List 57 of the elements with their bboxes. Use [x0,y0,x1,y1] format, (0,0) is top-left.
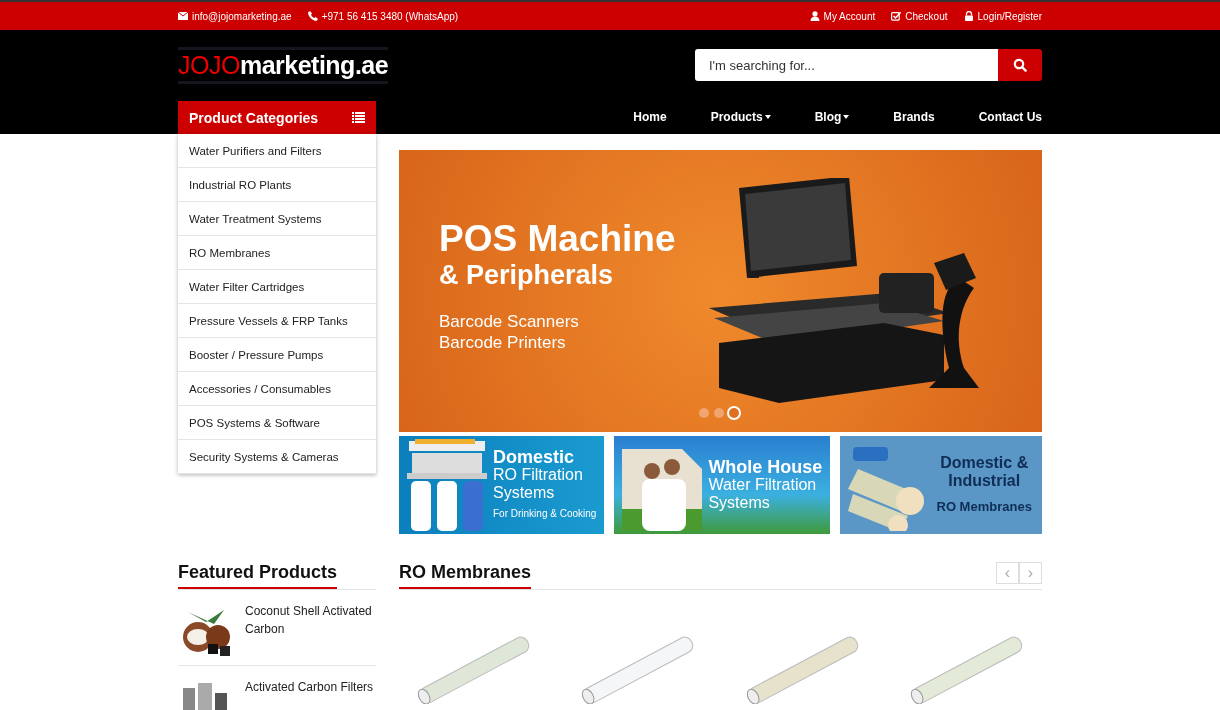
site-logo[interactable]: JOJOmarketing.ae [178,46,389,84]
checkbox-icon [891,11,902,21]
promo-text: Industrial [948,472,1021,490]
caret-icon [843,115,850,119]
banner-text: Barcode Printers [439,332,567,353]
category-item[interactable]: Security Systems & Cameras [178,440,376,474]
categories-header[interactable]: Product Categories [178,101,376,134]
caret-icon [764,115,771,119]
section-title: RO Membranes [399,562,532,589]
slider-dot[interactable] [729,408,739,418]
promo-text: Domestic & [940,454,1029,472]
category-item[interactable]: POS Systems & Software [178,406,376,440]
top-link[interactable]: Login/Register [963,10,1042,22]
promo-text: Systems [708,494,771,512]
category-item[interactable]: Water Filter Cartridges [178,270,376,304]
search-button[interactable] [998,49,1042,81]
category-item[interactable]: RO Membranes [178,236,376,270]
contact-text: +971 56 415 3480 (WhatsApp) [307,10,459,22]
search-icon [1013,58,1027,72]
category-item[interactable]: Industrial RO Plants [178,168,376,202]
promo-text: For Drinking & Cooking [493,506,597,521]
promo-banner[interactable]: Domestic & Industrial RO Membranes [840,436,1042,534]
categories-title: Product Categories [189,109,319,126]
top-link[interactable]: My Account [809,10,876,22]
list-icon [352,112,365,123]
product-link[interactable]: Activated Carbon Filters [245,678,374,710]
promo-text: Whole House [708,458,823,476]
promo-text: Systems [493,483,556,502]
category-item[interactable]: Booster / Pressure Pumps [178,338,376,372]
nav-link[interactable]: Products [710,110,771,124]
promo-text: Water Filtration [708,476,818,494]
user-icon [809,11,820,21]
nav-link[interactable]: Home [633,110,667,124]
phone-icon [307,11,318,21]
promo-text: Domestic [493,447,576,466]
banner-text: Barcode Scanners [439,311,580,332]
slider-dot[interactable] [699,408,709,418]
category-item[interactable]: Water Treatment Systems [178,202,376,236]
category-item[interactable]: Water Purifiers and Filters [178,134,376,168]
promo-text: RO Membranes [936,498,1032,516]
category-item[interactable]: Pressure Vessels & FRP Tanks [178,304,376,338]
top-link[interactable]: Checkout [891,10,948,22]
banner-subtitle: & Peripherals [439,260,615,291]
section-title: Featured Products [178,562,338,589]
lock-icon [963,11,974,21]
promo-banner[interactable]: Domestic RO Filtration Systems For Drinking & Cooking [399,436,605,534]
nav-link[interactable]: Blog [814,110,850,124]
envelope-icon [178,11,188,21]
nav-link[interactable]: Brands [893,110,935,124]
nav-link[interactable]: Contact Us [978,110,1042,124]
product-link[interactable]: Coconut Shell Activated Carbon [245,602,376,657]
category-item[interactable]: Accessories / Consumables [178,372,376,406]
promo-text: RO Filtration [493,465,584,484]
banner-title: POS Machine [439,218,676,260]
contact-text: info@jojomarketing.ae [178,10,292,22]
search-field[interactable]: I'm searching for... [695,49,998,81]
slider-dot[interactable] [714,408,724,418]
